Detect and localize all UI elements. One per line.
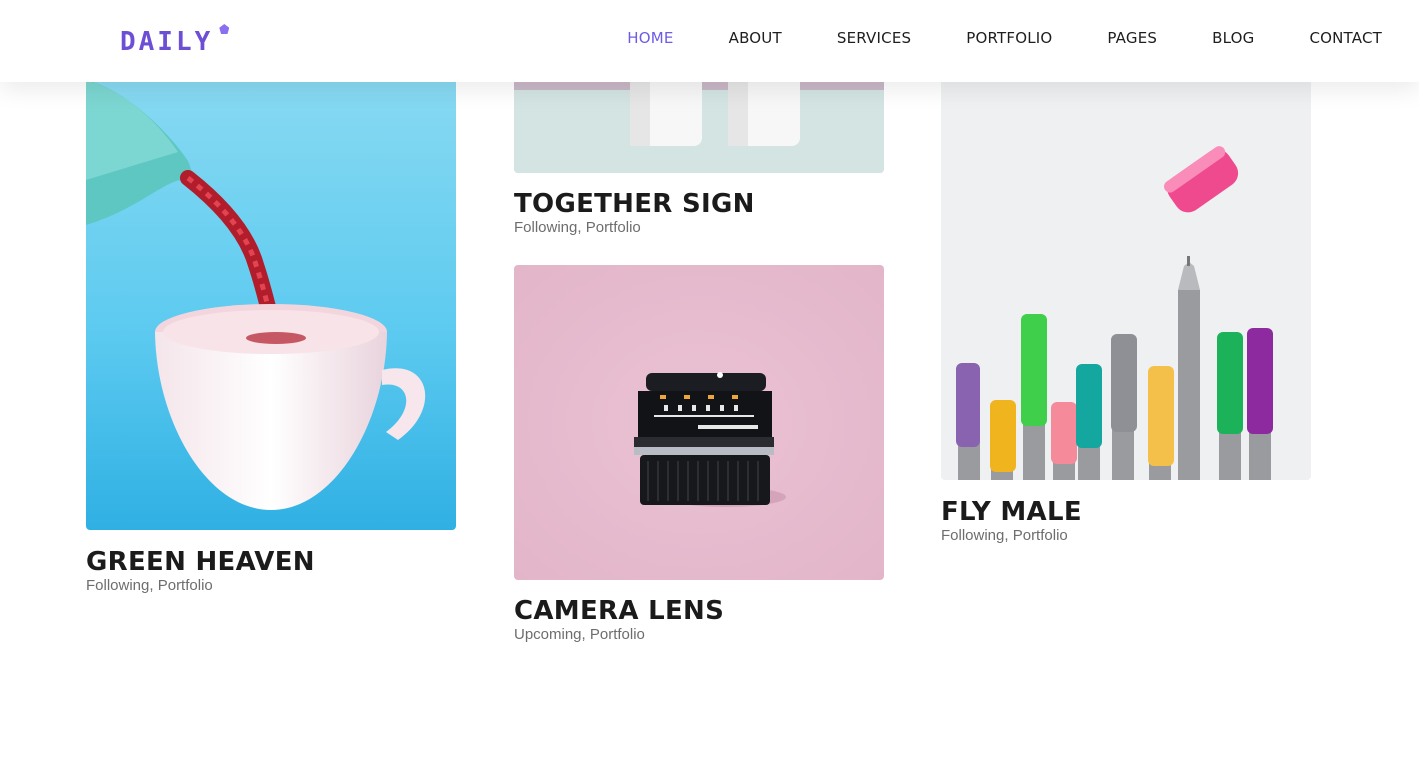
portfolio-card-camera-lens[interactable]: CAMERA LENS Upcoming, Portfolio (514, 265, 884, 644)
portfolio-image-lens[interactable] (514, 265, 884, 580)
brand-logo[interactable]: DAILY (120, 22, 230, 58)
nav-home[interactable]: HOME (627, 28, 673, 48)
meta-separator: , (581, 626, 590, 643)
portfolio-image-markers[interactable] (941, 40, 1311, 480)
main-nav: HOME ABOUT SERVICES PORTFOLIO PAGES BLOG… (627, 28, 1382, 48)
portfolio-card-fly-male[interactable]: FLY MALE Following, Portfolio (941, 40, 1311, 545)
card-title[interactable]: TOGETHER SIGN (514, 189, 884, 219)
nav-portfolio[interactable]: PORTFOLIO (966, 28, 1052, 48)
card-category-link[interactable]: Portfolio (590, 626, 645, 643)
card-status-link[interactable]: Following (86, 577, 149, 594)
meta-separator: , (577, 219, 586, 236)
card-status-link[interactable]: Following (514, 219, 577, 236)
logo-pentagon-icon (219, 24, 230, 34)
card-meta: Following, Portfolio (86, 577, 456, 595)
card-title[interactable]: GREEN HEAVEN (86, 547, 456, 577)
card-status-link[interactable]: Following (941, 527, 1004, 544)
portfolio-card-green-heaven[interactable]: GREEN HEAVEN Following, Portfolio (86, 40, 456, 595)
card-title[interactable]: FLY MALE (941, 497, 1311, 527)
nav-about[interactable]: ABOUT (729, 28, 782, 48)
meta-separator: , (1004, 527, 1013, 544)
nav-contact[interactable]: CONTACT (1309, 28, 1382, 48)
nav-pages[interactable]: PAGES (1107, 28, 1157, 48)
card-category-link[interactable]: Portfolio (158, 577, 213, 594)
nav-blog[interactable]: BLOG (1212, 28, 1254, 48)
card-meta: Following, Portfolio (941, 527, 1311, 545)
card-meta: Upcoming, Portfolio (514, 626, 884, 644)
card-category-link[interactable]: Portfolio (1013, 527, 1068, 544)
card-status-link[interactable]: Upcoming (514, 626, 582, 643)
logo-text: DAILY (120, 27, 214, 57)
meta-separator: , (149, 577, 158, 594)
site-header: DAILY HOME ABOUT SERVICES PORTFOLIO PAGE… (0, 0, 1419, 82)
portfolio-image-teapot[interactable] (86, 40, 456, 530)
nav-services[interactable]: SERVICES (837, 28, 911, 48)
card-category-link[interactable]: Portfolio (586, 219, 641, 236)
card-meta: Following, Portfolio (514, 219, 884, 237)
card-title[interactable]: CAMERA LENS (514, 596, 884, 626)
